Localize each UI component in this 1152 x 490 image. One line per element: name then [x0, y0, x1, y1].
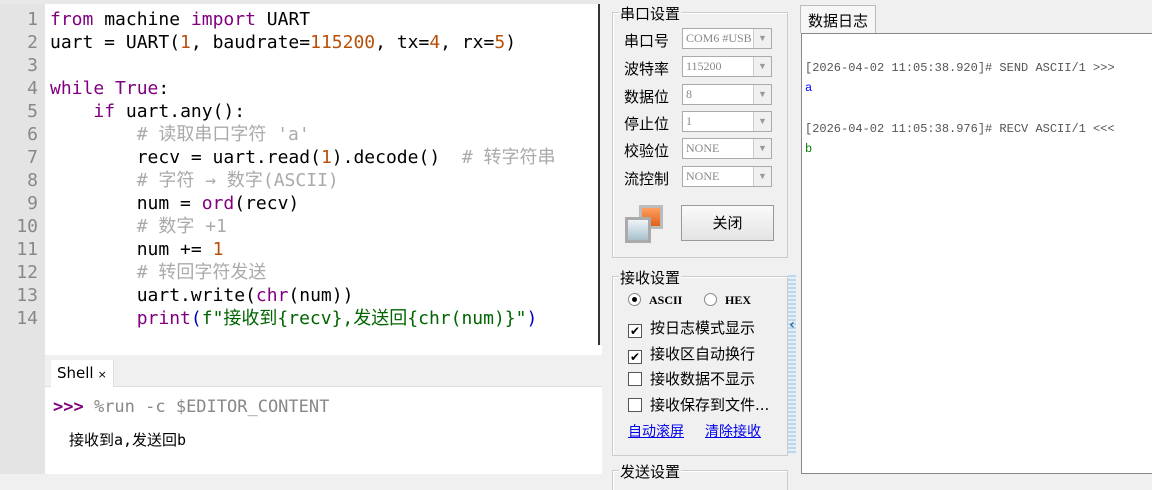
- field-label: 流控制: [624, 170, 670, 188]
- checkbox-label: 接收区自动换行: [650, 344, 756, 363]
- data-log-panel: 数据日志 [2026-04-02 11:05:38.920]# SEND ASC…: [797, 0, 1152, 474]
- field-select[interactable]: COM6 #USB ▼: [682, 28, 772, 49]
- tab-shell-label: Shell: [57, 364, 94, 382]
- radio-label: ASCII: [649, 293, 683, 307]
- line-number: 6: [27, 124, 38, 145]
- code-line-14: print(f"接收到{recv},发送回{chr(num)}"): [136, 308, 538, 329]
- field-select[interactable]: 1 ▼: [682, 111, 772, 132]
- radio-hex[interactable]: HEX: [704, 293, 751, 308]
- group-title: 发送设置: [619, 461, 682, 482]
- radio-icon: [628, 293, 641, 306]
- editor-tab-strip: [0, 0, 600, 4]
- checkbox-icon[interactable]: [628, 397, 642, 412]
- checkbox-label: 按日志模式显示: [650, 319, 756, 337]
- field-select[interactable]: NONE ▼: [682, 166, 772, 187]
- select-value: NONE: [686, 141, 720, 155]
- close-icon[interactable]: ×: [98, 368, 107, 381]
- field-label: 校验位: [624, 142, 670, 160]
- checkbox-icon[interactable]: [628, 372, 642, 386]
- code-line-8: # 字符 → 数字(ASCII): [50, 170, 339, 191]
- chevron-down-icon[interactable]: ▼: [753, 112, 771, 131]
- line-number: 2: [27, 32, 38, 53]
- prompt-marker: >>>: [53, 397, 84, 417]
- group-title: 串口设置: [619, 3, 682, 24]
- shell-output: 接收到a,发送回b: [69, 431, 187, 449]
- select-value: 8: [686, 87, 692, 101]
- select-value: NONE: [686, 169, 720, 183]
- group-title: 接收设置: [619, 267, 682, 288]
- radio-label: HEX: [725, 293, 752, 307]
- line-number: 9: [27, 193, 38, 214]
- field-label: 数据位: [624, 88, 670, 106]
- select-value: 1: [686, 114, 692, 128]
- log-area[interactable]: [2026-04-02 11:05:38.920]# SEND ASCII/1 …: [801, 33, 1152, 474]
- code-line-12: # 转回字符发送: [50, 262, 267, 283]
- line-number: 13: [16, 285, 38, 306]
- radio-icon: [704, 293, 717, 306]
- tab-data-log[interactable]: 数据日志: [800, 5, 876, 33]
- code-line-10: # 数字 +1: [50, 216, 227, 237]
- chevron-left-icon: ‹: [789, 317, 795, 333]
- checkbox-checked-icon[interactable]: ✔: [628, 349, 642, 364]
- radio-ascii[interactable]: ASCII: [628, 293, 682, 308]
- tab-shell[interactable]: Shell ×: [51, 360, 114, 387]
- code-line-4: while True:: [50, 78, 170, 99]
- select-value: COM6 #USB: [686, 31, 752, 45]
- panel-splitter-handle[interactable]: ‹: [788, 275, 796, 455]
- field-label: 波特率: [624, 60, 670, 78]
- chevron-down-icon[interactable]: ▼: [753, 57, 771, 76]
- close-port-button[interactable]: 关闭: [681, 205, 774, 241]
- code-line-9: num = ord(recv): [50, 193, 300, 214]
- line-number: 4: [27, 78, 38, 99]
- checkbox-option[interactable]: ✔ 接收区自动换行: [628, 343, 755, 364]
- field-select[interactable]: NONE ▼: [682, 138, 772, 159]
- auto-scroll-link[interactable]: 自动滚屏: [628, 421, 684, 441]
- code-line-13: uart.write(chr(num)): [50, 285, 354, 306]
- code-line-11: num += 1: [50, 239, 224, 260]
- line-number: 1: [27, 9, 38, 30]
- log-entry-data: b: [805, 142, 813, 156]
- checkbox-label: 接收保存到文件...: [650, 395, 770, 414]
- line-number: 14: [16, 308, 38, 329]
- chevron-down-icon[interactable]: ▼: [753, 139, 771, 158]
- checkbox-option[interactable]: 接收保存到文件...: [628, 394, 769, 415]
- shell-command: %run -c $EDITOR_CONTENT: [83, 397, 330, 417]
- clear-receive-link[interactable]: 清除接收: [705, 421, 761, 441]
- chevron-down-icon[interactable]: ▼: [753, 29, 771, 48]
- line-number: 8: [27, 170, 38, 191]
- checkbox-option[interactable]: 接收数据不显示: [628, 368, 755, 389]
- checkbox-option[interactable]: ✔ 按日志模式显示: [628, 317, 755, 338]
- line-number: 11: [16, 239, 38, 260]
- shell-panel[interactable]: Shell × >>> %run -c $EDITOR_CONTENT 接收到a,…: [45, 345, 612, 474]
- port-status-icon: [625, 205, 665, 245]
- select-value: 115200: [686, 59, 722, 73]
- send-settings-group: 发送设置: [612, 461, 788, 490]
- log-entry-data: a: [805, 81, 813, 95]
- code-line-7: recv = uart.read(1).decode() # 转字符串: [50, 147, 556, 168]
- shell-tab-bar: Shell ×: [45, 355, 612, 387]
- chevron-down-icon[interactable]: ▼: [753, 85, 771, 104]
- log-entry-header: [2026-04-02 11:05:38.976]# RECV ASCII/1 …: [805, 122, 1115, 136]
- checkbox-label: 接收数据不显示: [650, 370, 756, 388]
- code-line-2: uart = UART(1, baudrate=115200, tx=4, rx…: [50, 32, 517, 53]
- code-line-6: # 读取串口字符 'a': [50, 124, 310, 145]
- serial-settings-panel: 串口设置 串口号 COM6 #USB ▼ 波特率 115200 ▼ 数据位 8 ▼ 停止位 1 ▼ 校验…: [602, 0, 795, 490]
- line-number: 10: [16, 216, 38, 237]
- field-select[interactable]: 115200 ▼: [682, 56, 772, 77]
- field-label: 停止位: [624, 115, 670, 133]
- line-number: 3: [27, 55, 38, 76]
- code-line-1: from machine import UART: [50, 9, 311, 30]
- chevron-down-icon[interactable]: ▼: [753, 167, 771, 186]
- shell-prompt-line: >>> %run -c $EDITOR_CONTENT: [53, 397, 329, 417]
- line-number: 12: [16, 262, 38, 283]
- log-entry-header: [2026-04-02 11:05:38.920]# SEND ASCII/1 …: [805, 61, 1115, 75]
- line-number: 5: [27, 101, 38, 122]
- line-number: 7: [27, 147, 38, 168]
- field-label: 串口号: [624, 32, 670, 50]
- code-line-5: if uart.any():: [93, 101, 246, 122]
- checkbox-checked-icon[interactable]: ✔: [628, 324, 642, 338]
- field-select[interactable]: 8 ▼: [682, 84, 772, 105]
